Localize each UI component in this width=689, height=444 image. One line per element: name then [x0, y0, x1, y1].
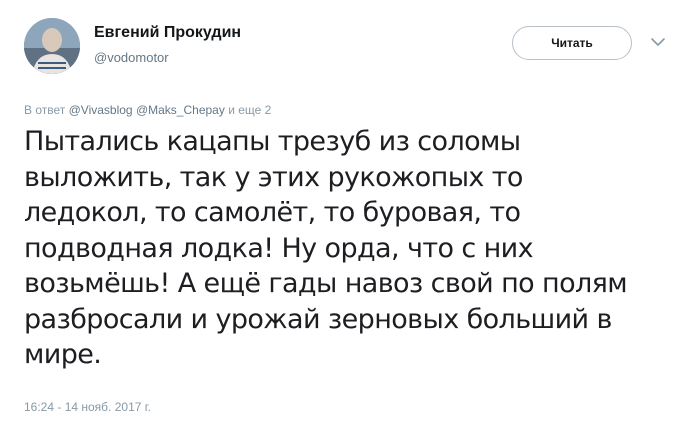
- tweet-line: мире.: [24, 339, 102, 370]
- mention-link[interactable]: @Maks_Chepay: [136, 103, 225, 117]
- tweet-timestamp[interactable]: 16:24 - 14 нояб. 2017 г.: [24, 400, 151, 414]
- tweet-text: Пытались кацапы трезуб из соломы выложит…: [24, 124, 684, 373]
- tweet-line: подводная лодка! Ну орда, что с них: [24, 232, 534, 264]
- reply-suffix[interactable]: и еще 2: [228, 103, 271, 117]
- tweet-line: Пытались кацапы трезуб из соломы: [24, 126, 521, 157]
- tweet-line: разбросали и урожай зерновых больший в: [24, 303, 612, 335]
- chevron-down-icon[interactable]: [650, 36, 666, 48]
- avatar-photo: [24, 18, 80, 74]
- tweet-line: ледокол, то самолёт, то буровая, то: [24, 197, 521, 228]
- avatar[interactable]: [24, 18, 80, 74]
- reply-prefix: В ответ: [24, 103, 66, 117]
- follow-button[interactable]: Читать: [512, 26, 632, 60]
- author-handle[interactable]: @vodomotor: [94, 50, 169, 65]
- mention-link[interactable]: @Vivasblog: [69, 103, 133, 117]
- reply-context: В ответ @Vivasblog @Maks_Chepay и еще 2: [24, 103, 271, 117]
- tweet-line: выложить, так у этих рукожопых то: [24, 161, 523, 193]
- tweet-line: возьмёшь! А ещё гады навоз свой по полям: [24, 268, 628, 299]
- tweet-card: Евгений Прокудин @vodomotor Читать В отв…: [0, 0, 689, 444]
- author-name[interactable]: Евгений Прокудин: [94, 24, 241, 42]
